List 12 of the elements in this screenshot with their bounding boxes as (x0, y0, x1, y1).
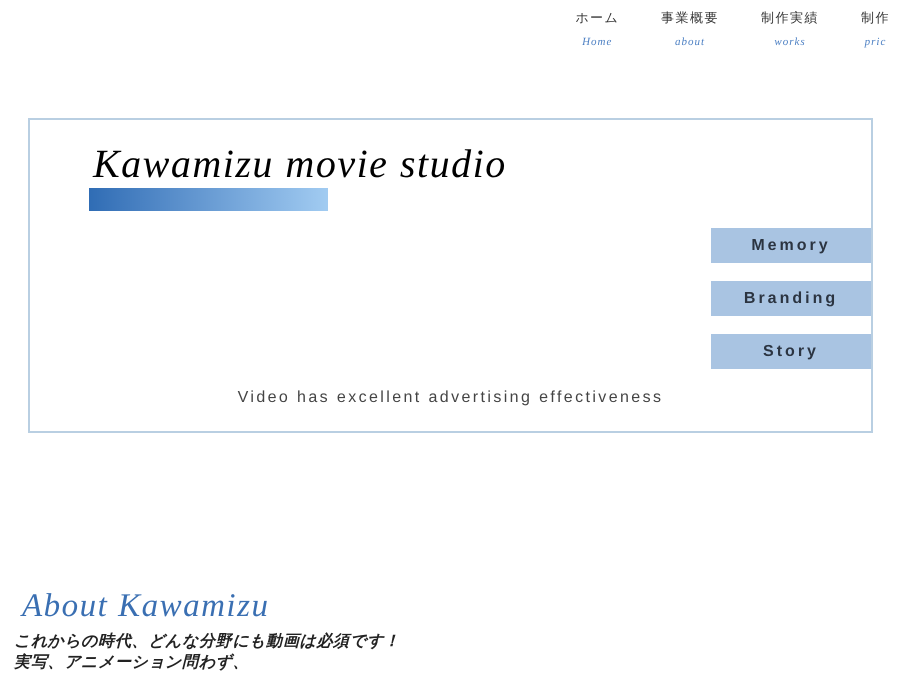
nav-link[interactable]: ホーム Home (576, 9, 619, 49)
about-heading: About Kawamizu (22, 587, 270, 626)
about-text: これからの時代、どんな分野にも動画は必須です！ (14, 631, 400, 652)
about-text: 実写、アニメーション問わず、 (14, 652, 250, 673)
category-button[interactable]: Memory (711, 228, 871, 263)
nav-link[interactable]: 制作実績 works (761, 9, 819, 49)
category-button[interactable]: Branding (711, 281, 871, 316)
nav-link[interactable]: 制作 pric (861, 9, 890, 49)
category-button[interactable]: Story (711, 334, 871, 369)
nav-link[interactable]: 事業概要 about (661, 9, 719, 49)
site-title: Kawamizu movie studio (93, 140, 507, 188)
tagline: Video has excellent advertising effectiveness (236, 388, 664, 408)
